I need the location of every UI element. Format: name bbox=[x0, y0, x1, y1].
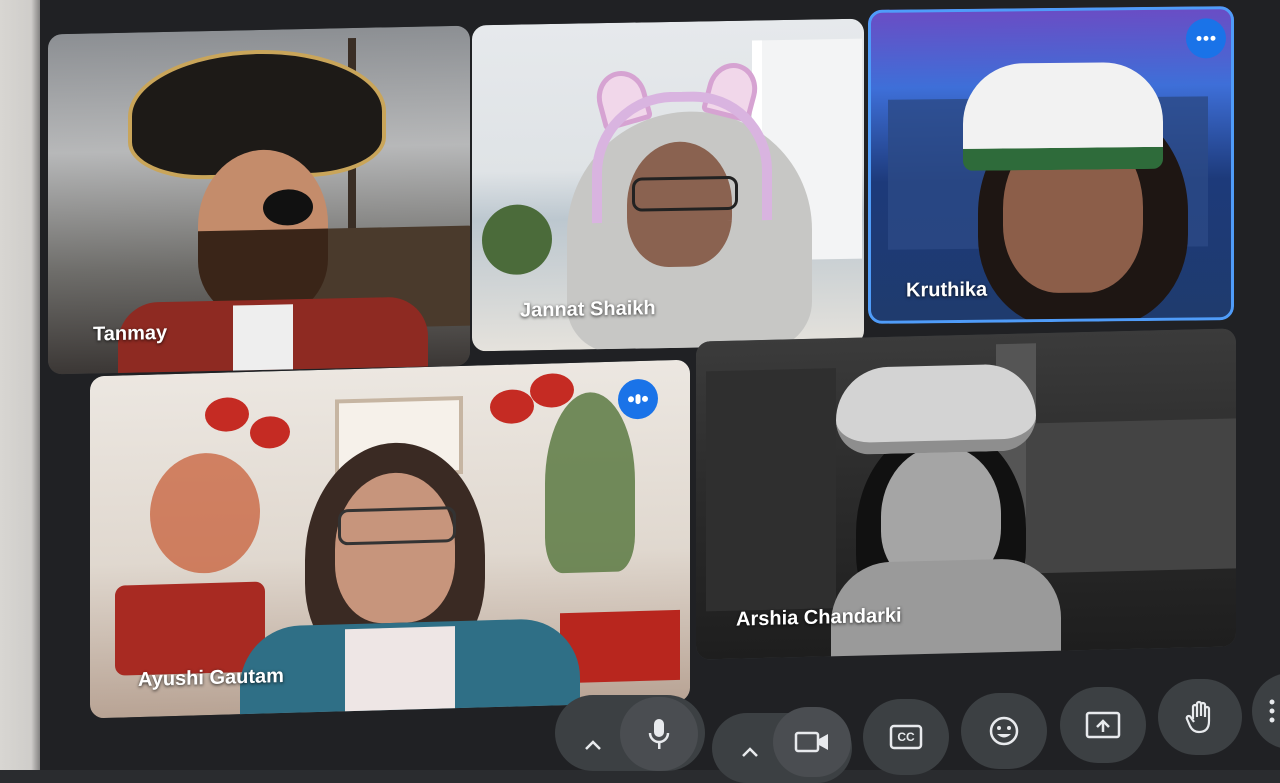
emoji-icon bbox=[989, 716, 1019, 746]
white-hat bbox=[836, 363, 1036, 456]
green-plant bbox=[545, 391, 635, 574]
speaking-indicator-icon bbox=[628, 394, 648, 405]
participant-name: Tanmay bbox=[93, 321, 168, 346]
captions-button[interactable]: CC bbox=[863, 699, 949, 775]
participant-tile-tanmay[interactable]: Tanmay bbox=[48, 25, 470, 375]
background-building-left bbox=[706, 368, 836, 612]
mic-icon bbox=[648, 719, 670, 749]
raise-hand-button[interactable] bbox=[1158, 679, 1242, 755]
green-cap bbox=[963, 61, 1163, 171]
chevron-up-icon bbox=[742, 747, 758, 757]
captions-label: CC bbox=[897, 730, 915, 744]
chevron-up-icon bbox=[585, 740, 601, 750]
present-screen-icon bbox=[1085, 711, 1121, 739]
background-buildings bbox=[1026, 418, 1236, 574]
meeting-controls: CC bbox=[555, 673, 1280, 783]
white-shirt bbox=[345, 626, 455, 719]
more-vert-icon bbox=[1269, 699, 1275, 723]
more-options-icon bbox=[1196, 35, 1216, 41]
camera-icon bbox=[794, 731, 828, 753]
participant-face bbox=[335, 471, 455, 625]
participant-name: Arshia Chandarki bbox=[736, 604, 902, 631]
participant-tile-arshia-chandarki[interactable]: Arshia Chandarki bbox=[696, 328, 1236, 660]
participant-tile-kruthika[interactable]: Kruthika bbox=[868, 6, 1234, 324]
participant-tile-ayushi-gautam[interactable]: Ayushi Gautam bbox=[90, 359, 690, 719]
more-options-button[interactable] bbox=[1186, 18, 1226, 59]
participant-tile-jannat-shaikh[interactable]: Jannat Shaikh bbox=[472, 18, 864, 352]
microphone-button[interactable] bbox=[620, 697, 698, 771]
raise-hand-icon bbox=[1185, 700, 1211, 734]
reactions-button[interactable] bbox=[961, 693, 1047, 769]
audio-options-button[interactable] bbox=[573, 725, 613, 765]
video-options-button[interactable] bbox=[730, 735, 770, 769]
present-screen-button[interactable] bbox=[1060, 687, 1146, 763]
participant-name: Kruthika bbox=[906, 278, 988, 302]
glasses bbox=[632, 175, 738, 212]
meeting-screen: Tanmay Jannat Shaikh Kruthika Ayushi Gau… bbox=[40, 0, 1280, 770]
red-chair bbox=[115, 581, 265, 676]
camera-button[interactable] bbox=[773, 707, 851, 777]
participant-name: Jannat Shaikh bbox=[520, 297, 656, 322]
white-shirt bbox=[233, 304, 293, 375]
more-options-control-button[interactable] bbox=[1252, 673, 1280, 749]
participant-name: Ayushi Gautam bbox=[138, 664, 284, 692]
glasses bbox=[338, 506, 456, 546]
